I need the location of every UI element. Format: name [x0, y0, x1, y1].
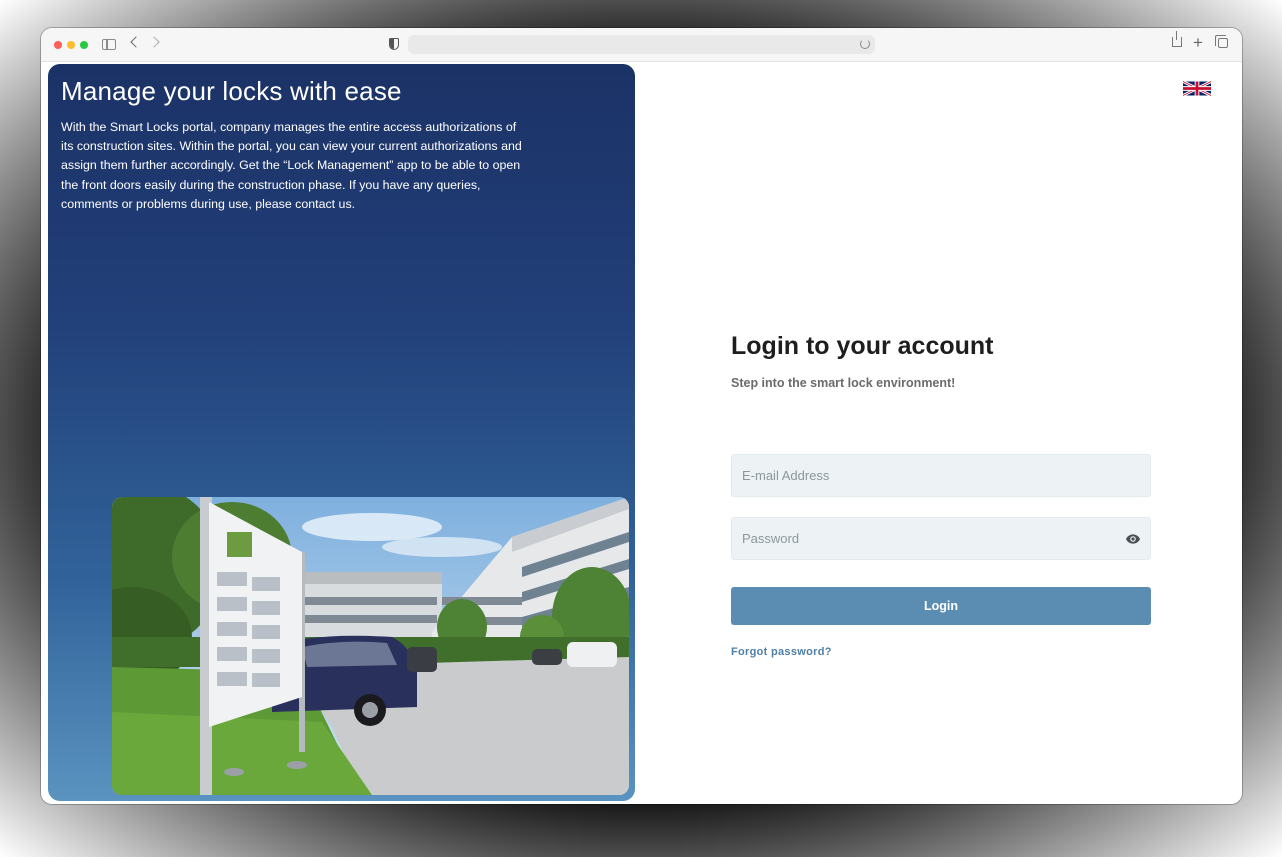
- address-bar[interactable]: [408, 35, 875, 54]
- uk-flag-icon[interactable]: [1183, 81, 1211, 96]
- hero-title: Manage your locks with ease: [61, 76, 402, 106]
- login-button[interactable]: Login: [731, 587, 1151, 625]
- back-chevron-icon[interactable]: [130, 36, 142, 48]
- tab-overview-icon[interactable]: [1215, 35, 1228, 48]
- privacy-shield-icon[interactable]: [389, 38, 399, 50]
- email-field[interactable]: [732, 455, 1150, 496]
- close-window-button[interactable]: [54, 41, 62, 49]
- login-title: Login to your account: [731, 332, 994, 360]
- browser-toolbar: +: [41, 28, 1242, 62]
- login-subtitle: Step into the smart lock environment!: [731, 376, 956, 390]
- forgot-password-link[interactable]: Forgot password?: [731, 646, 832, 658]
- password-field-container: [731, 517, 1151, 560]
- browser-window: + Manage your locks with ease With the S…: [41, 28, 1242, 804]
- eye-icon[interactable]: [1124, 531, 1142, 547]
- hero-panel: Manage your locks with ease With the Sma…: [48, 64, 635, 801]
- page-content: Manage your locks with ease With the Sma…: [41, 62, 1242, 804]
- share-icon[interactable]: [1172, 31, 1182, 47]
- forward-chevron-icon[interactable]: [148, 36, 160, 48]
- minimize-window-button[interactable]: [67, 41, 75, 49]
- hero-description: With the Smart Locks portal, company man…: [61, 120, 522, 211]
- office-building-photo: [112, 497, 629, 795]
- zoom-window-button[interactable]: [80, 41, 88, 49]
- office-building-illustration: [112, 497, 629, 795]
- new-tab-icon[interactable]: +: [1193, 34, 1203, 52]
- password-field[interactable]: [732, 518, 1150, 559]
- sidebar-toggle-icon[interactable]: [102, 39, 116, 50]
- reload-icon[interactable]: [860, 39, 870, 49]
- email-field-container: [731, 454, 1151, 497]
